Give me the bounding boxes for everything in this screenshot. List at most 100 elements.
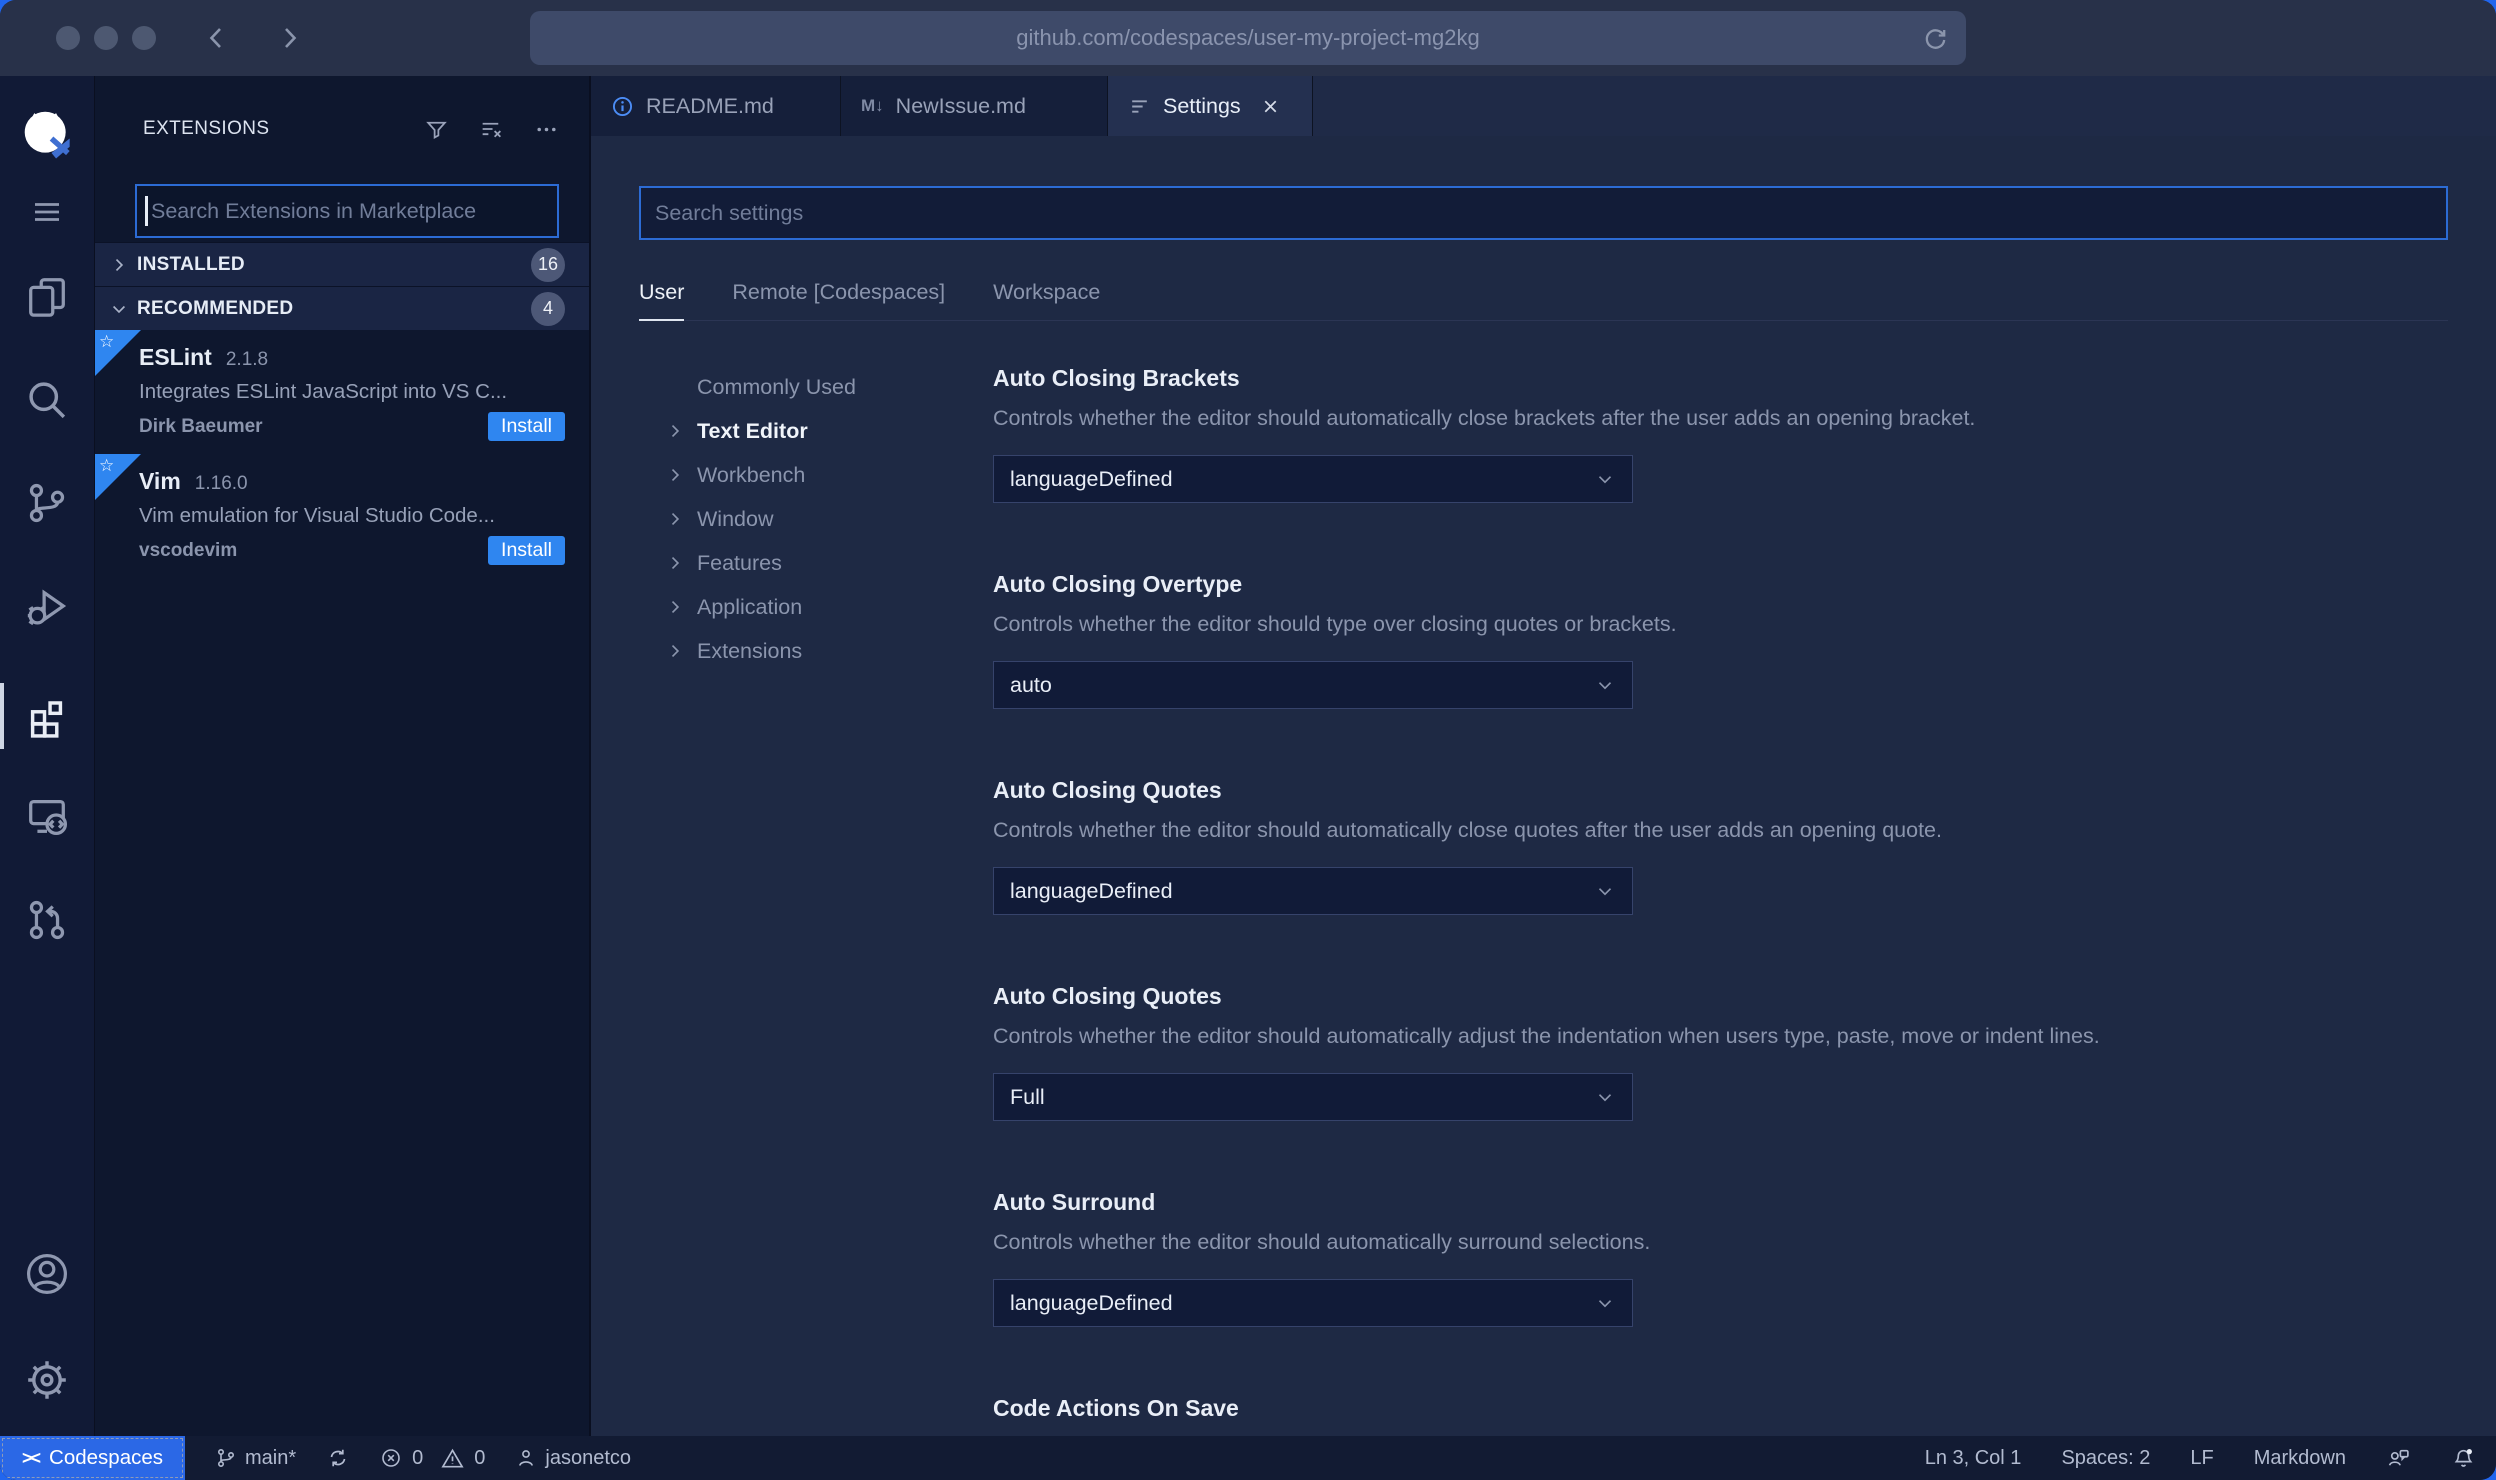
editor-tab-bar: README.md M↓ NewIssue.md Settings: [591, 76, 2496, 136]
settings-gear-icon[interactable]: [0, 1352, 95, 1408]
extensions-search-placeholder: Search Extensions in Marketplace: [151, 198, 477, 223]
search-icon[interactable]: [0, 372, 95, 428]
setting-title: Auto Closing Overtype: [993, 571, 1243, 597]
setting-title: Code Actions On Save: [993, 1395, 1239, 1421]
reload-icon[interactable]: [1921, 24, 1950, 53]
text-cursor: [145, 196, 148, 226]
user-indicator[interactable]: jasonetco: [515, 1447, 631, 1470]
cursor-position[interactable]: Ln 3, Col 1: [1925, 1447, 2022, 1470]
recommended-count-badge: 4: [531, 291, 565, 326]
eol-indicator[interactable]: LF: [2190, 1447, 2213, 1470]
extension-name: ESLint: [139, 344, 212, 370]
extension-author: Dirk Baeumer: [139, 415, 263, 437]
setting-dropdown[interactable]: languageDefined: [993, 867, 1633, 915]
scope-tab-user[interactable]: User: [639, 280, 685, 321]
account-icon[interactable]: [0, 1246, 95, 1302]
install-button[interactable]: Install: [488, 412, 565, 441]
toc-item-window[interactable]: Window: [665, 497, 969, 541]
scope-tab-remote[interactable]: Remote [Codespaces]: [732, 280, 945, 320]
chevron-down-icon: [1594, 880, 1616, 902]
setting-dropdown[interactable]: languageDefined: [993, 1279, 1633, 1327]
extension-version: 2.1.8: [225, 349, 269, 370]
install-button[interactable]: Install: [488, 536, 565, 565]
address-bar[interactable]: github.com/codespaces/user-my-project-mg…: [530, 11, 1966, 65]
tab-readme[interactable]: README.md: [591, 76, 841, 136]
notifications-bell-icon[interactable]: [2451, 1446, 2476, 1471]
settings-toc: Commonly Used Text Editor Workbench Wind…: [639, 365, 969, 1436]
filter-icon[interactable]: [424, 117, 449, 142]
browser-forward-icon[interactable]: [274, 23, 304, 53]
branch-indicator[interactable]: main*: [215, 1447, 296, 1470]
recommended-star-ribbon-icon: ☆: [95, 454, 141, 500]
menu-icon[interactable]: [0, 187, 95, 237]
window-controls[interactable]: [56, 26, 156, 50]
remote-explorer-icon[interactable]: [0, 787, 95, 843]
run-debug-icon[interactable]: [0, 579, 95, 635]
editor-area: README.md M↓ NewIssue.md Settings Search…: [591, 76, 2496, 1436]
close-tab-icon[interactable]: [1261, 97, 1280, 116]
setting-description: Controls whether the editor should autom…: [993, 818, 1942, 842]
setting-dropdown[interactable]: languageDefined: [993, 455, 1633, 503]
setting-description: Controls whether the editor should autom…: [993, 1024, 2100, 1048]
installed-count-badge: 16: [531, 247, 565, 282]
chevron-right-icon: [665, 553, 697, 573]
extension-row-vim[interactable]: ☆ Vim 1.16.0 Vim emulation for Visual St…: [95, 454, 589, 578]
explorer-icon[interactable]: [0, 268, 95, 324]
feedback-icon[interactable]: [2386, 1446, 2411, 1471]
chevron-right-icon: [665, 597, 697, 617]
language-mode[interactable]: Markdown: [2254, 1447, 2346, 1470]
browser-chrome: github.com/codespaces/user-my-project-mg…: [0, 0, 2496, 76]
source-control-icon[interactable]: [0, 475, 95, 531]
browser-window: github.com/codespaces/user-my-project-mg…: [0, 0, 2496, 1480]
extension-description: Integrates ESLint JavaScript into VS C..…: [139, 380, 508, 403]
remote-indicator[interactable]: >< Codespaces: [0, 1436, 185, 1480]
toc-item-features[interactable]: Features: [665, 541, 969, 585]
github-codespaces-logo-icon: [0, 104, 95, 164]
activity-bar: [0, 76, 95, 1436]
window-maximize-button[interactable]: [132, 26, 156, 50]
pull-request-icon[interactable]: [0, 892, 95, 948]
setting-title: Auto Closing Quotes: [993, 983, 1222, 1009]
setting-auto-closing-quotes-2: Auto Closing Quotes Controls whether the…: [993, 983, 2448, 1121]
status-bar: >< Codespaces main* 0 0 jasonetco Ln 3, …: [0, 1436, 2496, 1480]
chevron-right-icon: [109, 255, 129, 275]
toc-item-application[interactable]: Application: [665, 585, 969, 629]
chevron-down-icon: [1594, 468, 1616, 490]
indentation-indicator[interactable]: Spaces: 2: [2061, 1447, 2150, 1470]
tab-newissue[interactable]: M↓ NewIssue.md: [841, 76, 1108, 136]
setting-description: Controls whether the editor should type …: [993, 612, 1677, 636]
settings-scope-tabs: User Remote [Codespaces] Workspace: [639, 280, 2448, 321]
setting-description: Controls whether the editor should autom…: [993, 406, 1976, 430]
settings-search-input[interactable]: Search settings: [639, 186, 2448, 240]
extensions-search-input[interactable]: Search Extensions in Marketplace: [135, 184, 559, 238]
chevron-right-icon: [665, 509, 697, 529]
setting-dropdown[interactable]: Full: [993, 1073, 1633, 1121]
more-actions-icon[interactable]: [534, 117, 559, 142]
scope-tab-workspace[interactable]: Workspace: [993, 280, 1100, 320]
chevron-right-icon: [665, 421, 697, 441]
panel-title: EXTENSIONS: [143, 118, 270, 139]
setting-dropdown[interactable]: auto: [993, 661, 1633, 709]
setting-title: Auto Closing Quotes: [993, 777, 1222, 803]
sync-indicator[interactable]: [326, 1446, 350, 1470]
extensions-sidebar: EXTENSIONS Search Extensions in Marketpl…: [95, 76, 591, 1436]
browser-back-icon[interactable]: [202, 23, 232, 53]
extensions-icon[interactable]: [0, 688, 95, 744]
chevron-down-icon: [1594, 1086, 1616, 1108]
window-close-button[interactable]: [56, 26, 80, 50]
remote-icon: ><: [22, 1447, 41, 1468]
setting-description: Controls whether the editor should autom…: [993, 1230, 1651, 1254]
errors-count: 0: [412, 1446, 424, 1469]
toc-item-workbench[interactable]: Workbench: [665, 453, 969, 497]
person-icon: [515, 1447, 537, 1469]
window-minimize-button[interactable]: [94, 26, 118, 50]
tab-settings[interactable]: Settings: [1108, 76, 1313, 136]
section-installed[interactable]: INSTALLED 16: [95, 242, 589, 286]
extension-row-eslint[interactable]: ☆ ESLint 2.1.8 Integrates ESLint JavaScr…: [95, 330, 589, 454]
toc-item-commonly-used[interactable]: Commonly Used: [665, 365, 969, 409]
toc-item-text-editor[interactable]: Text Editor: [665, 409, 969, 453]
toc-item-extensions[interactable]: Extensions: [665, 629, 969, 673]
section-recommended[interactable]: RECOMMENDED 4: [95, 286, 589, 330]
clear-filter-icon[interactable]: [479, 117, 504, 142]
problems-indicator[interactable]: 0 0: [380, 1447, 485, 1470]
